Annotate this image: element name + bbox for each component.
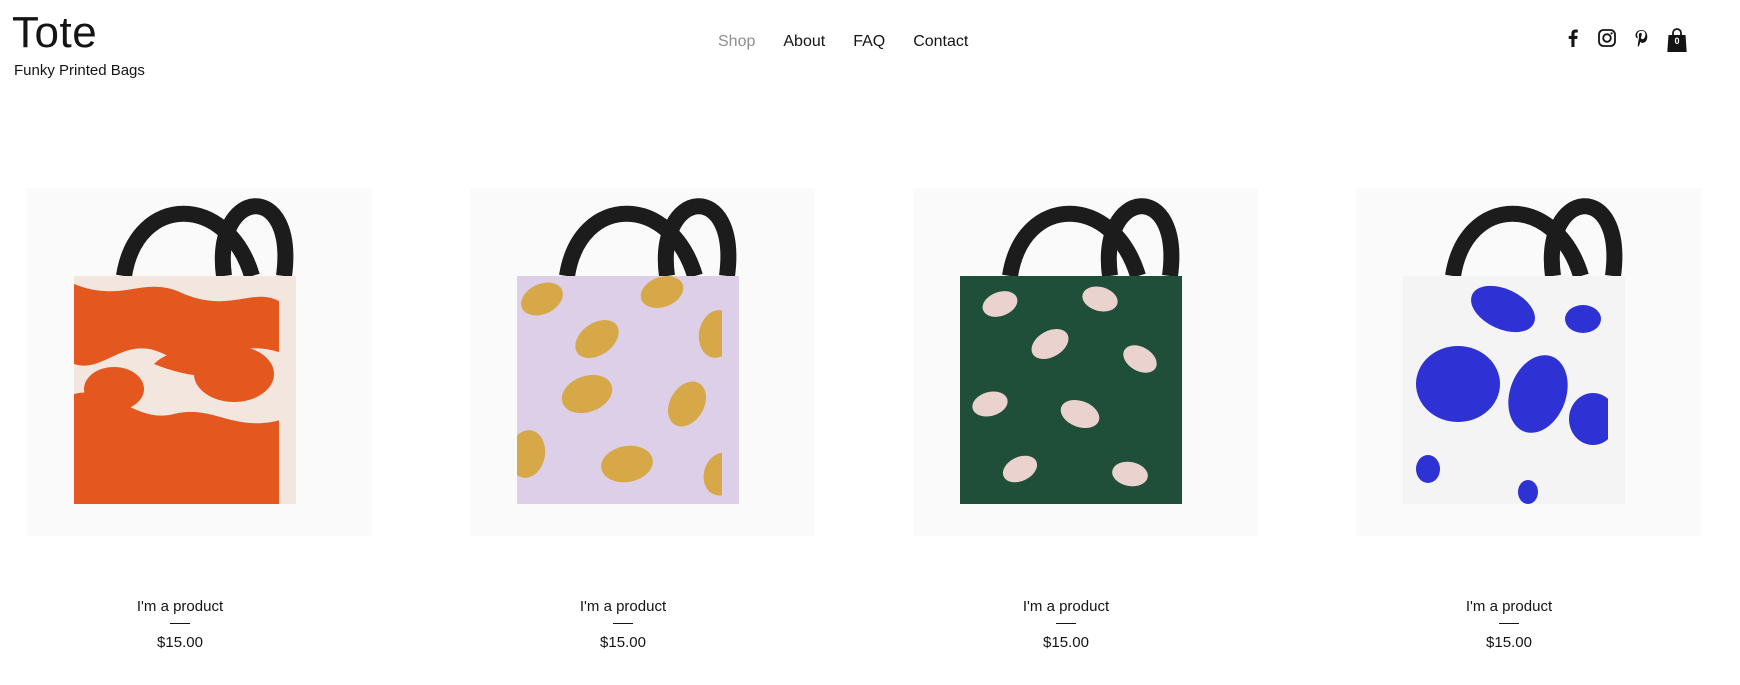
product-price: $15.00 <box>1043 634 1089 651</box>
main-nav: Shop About FAQ Contact <box>718 33 968 51</box>
site-subtitle: Funky Printed Bags <box>14 62 145 79</box>
product-image[interactable] <box>12 168 372 538</box>
social-links <box>1563 28 1651 48</box>
nav-item-faq[interactable]: FAQ <box>853 33 885 51</box>
product-name[interactable]: I'm a product <box>0 598 360 615</box>
product-name[interactable]: I'm a product <box>1329 598 1689 615</box>
pinterest-icon[interactable] <box>1631 28 1651 48</box>
cart-count: 0 <box>1674 36 1680 46</box>
instagram-icon[interactable] <box>1597 28 1617 48</box>
divider <box>613 623 633 624</box>
product-price: $15.00 <box>1486 634 1532 651</box>
product-name[interactable]: I'm a product <box>886 598 1246 615</box>
divider <box>1056 623 1076 624</box>
product-image[interactable] <box>1341 168 1701 538</box>
divider <box>170 623 190 624</box>
nav-item-contact[interactable]: Contact <box>913 33 968 51</box>
divider <box>1499 623 1519 624</box>
product-price: $15.00 <box>600 634 646 651</box>
cart-button[interactable]: 0 <box>1666 27 1688 53</box>
nav-item-shop[interactable]: Shop <box>718 33 755 51</box>
product-price: $15.00 <box>157 634 203 651</box>
product-image[interactable] <box>455 168 815 538</box>
nav-item-about[interactable]: About <box>783 33 825 51</box>
brand[interactable]: Tote Funky Printed Bags <box>12 8 145 79</box>
product-image[interactable] <box>898 168 1258 538</box>
product-name[interactable]: I'm a product <box>443 598 803 615</box>
site-title[interactable]: Tote <box>12 8 145 58</box>
facebook-icon[interactable] <box>1563 28 1583 48</box>
